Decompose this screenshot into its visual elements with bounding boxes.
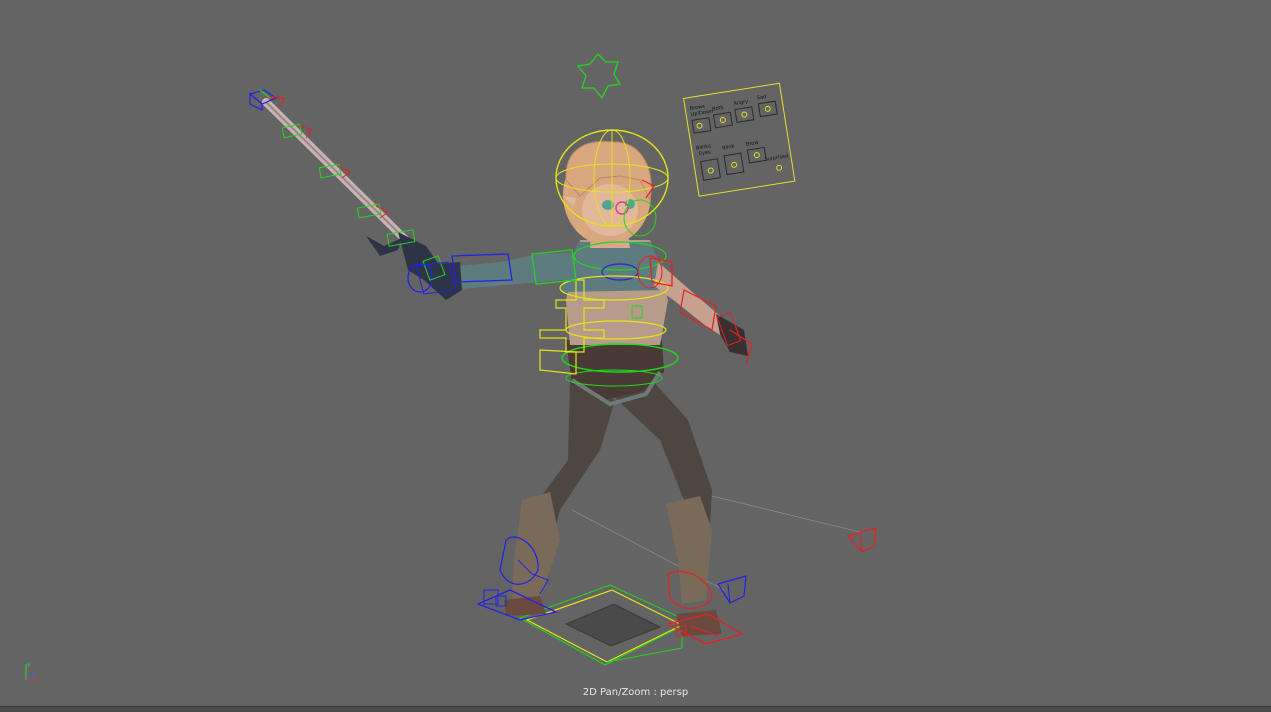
svg-text:z: z: [32, 673, 35, 680]
camera-mode-label: 2D Pan/Zoom : persp: [582, 687, 689, 698]
3d-viewport[interactable]: Brows Up/Down Both Angry Sad Blinks Eyes…: [0, 0, 1271, 707]
staff-prop[interactable]: [262, 98, 440, 284]
root-control[interactable]: [518, 584, 692, 666]
gear-control[interactable]: [576, 53, 622, 100]
character-mesh[interactable]: [426, 140, 748, 636]
knee-pole-line-right: [711, 495, 861, 533]
picker-label: Surprised: [764, 153, 789, 163]
viewport-bottom-border: [0, 706, 1271, 712]
picker-label: Sad: [756, 93, 767, 102]
picker-label: Both: [711, 104, 725, 113]
knee-pole-control-right[interactable]: [846, 527, 877, 553]
scene-canvas[interactable]: [0, 0, 1271, 707]
face-picker-panel[interactable]: Brows Up/Down Both Angry Sad Blinks Eyes…: [683, 82, 796, 197]
picker-handle[interactable]: [775, 164, 783, 172]
picker-label: Angry: [733, 98, 749, 108]
picker-label: Eyes: [698, 149, 712, 158]
picker-label: Brow: [745, 139, 759, 148]
axis-gizmo-icon: y z: [25, 661, 38, 681]
svg-text:y: y: [27, 661, 31, 668]
picker-label: Blink: [721, 143, 735, 152]
